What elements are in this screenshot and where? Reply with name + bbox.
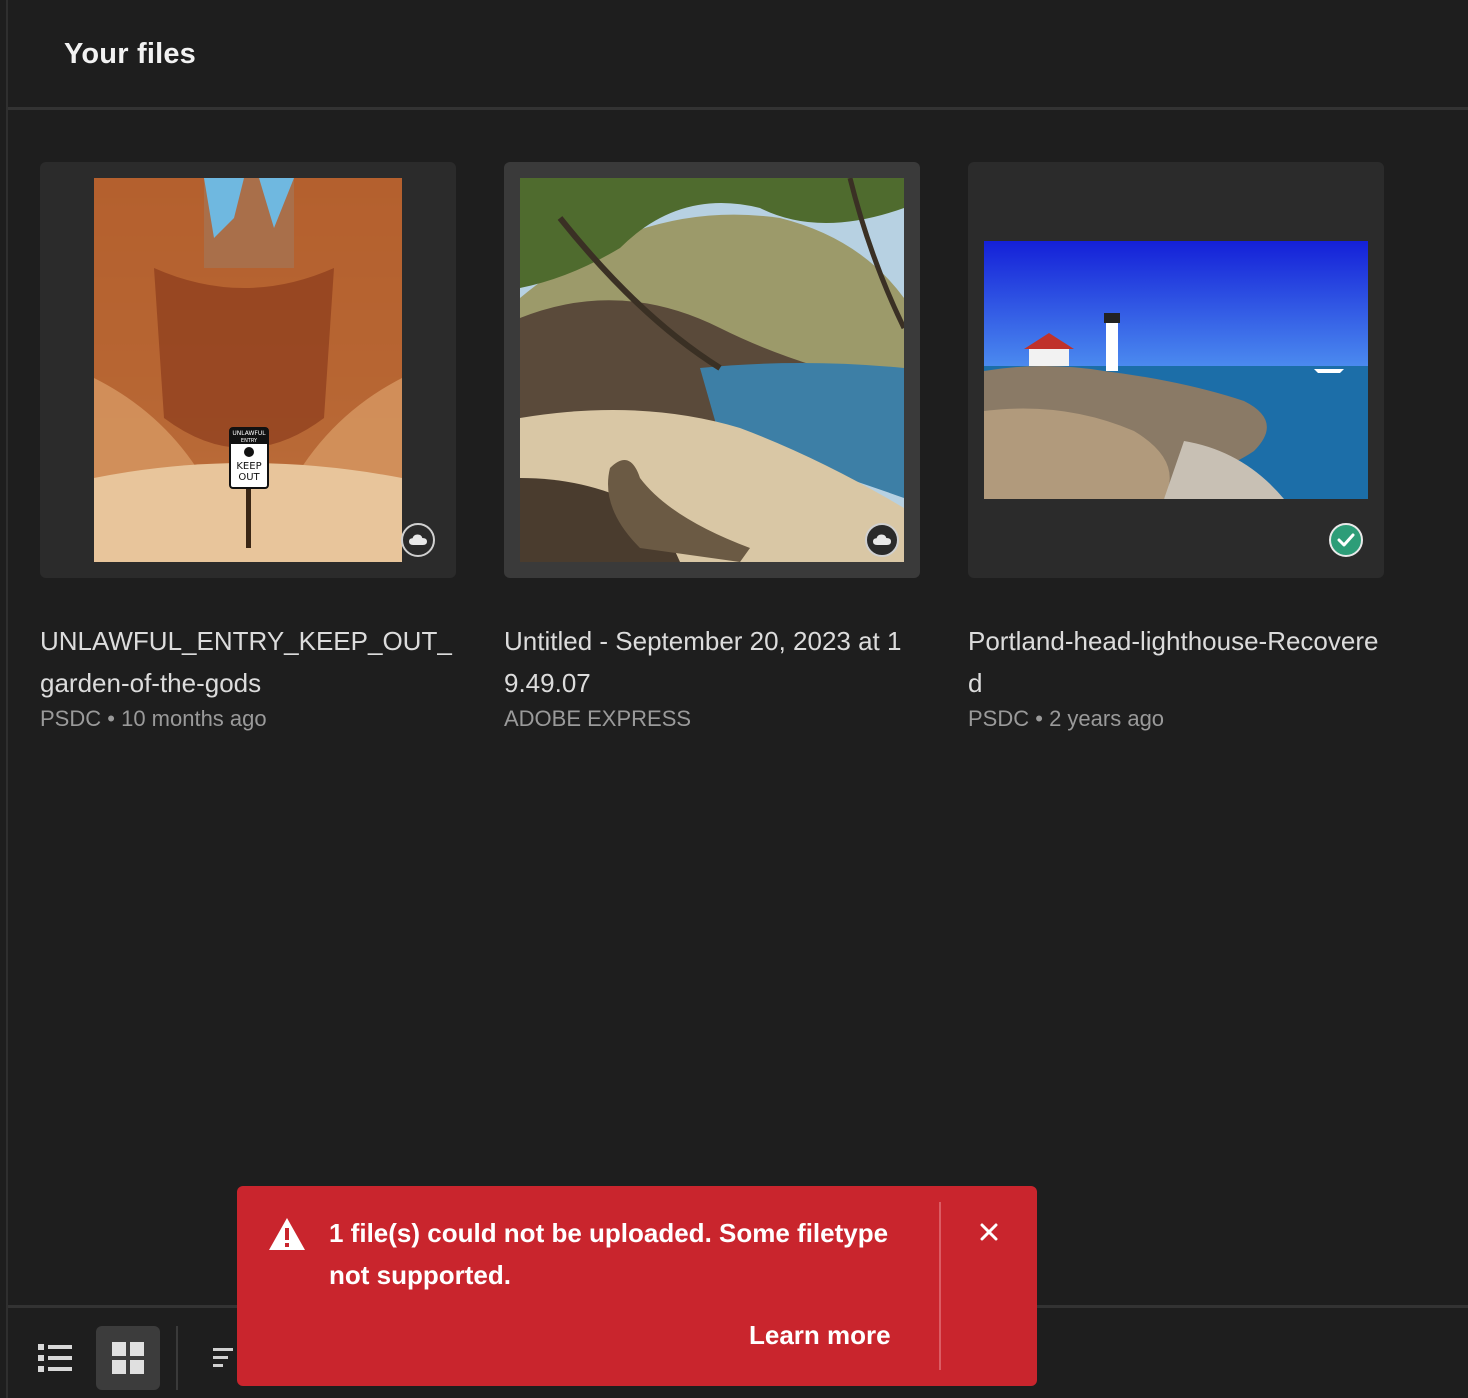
page-title: Your files [64, 38, 196, 70]
error-toast: 1 file(s) could not be uploaded. Some fi… [237, 1186, 1037, 1386]
header: Your files [8, 0, 1468, 110]
file-modified-1: 10 months ago [121, 706, 267, 731]
sign-text-3: KEEP [236, 461, 261, 472]
file-meta-1: PSDC • 10 months ago [40, 706, 267, 732]
file-modified-3: 2 years ago [1049, 706, 1165, 731]
file-source-3: PSDC [968, 706, 1030, 731]
check-icon [1329, 523, 1363, 557]
file-source-2: ADOBE EXPRESS [504, 706, 692, 731]
sign-text-4: OUT [238, 472, 260, 483]
list-view-icon [38, 1344, 72, 1372]
file-meta-3: PSDC • 2 years ago [968, 706, 1164, 732]
file-card-1[interactable]: UNLAWFUL ENTRY KEEP OUT [40, 162, 456, 578]
file-name-3[interactable]: Portland-head-lighthouse-Recovered [968, 620, 1384, 704]
alert-icon [269, 1218, 305, 1250]
cloud-icon [865, 523, 899, 557]
grid-view-button[interactable] [96, 1326, 160, 1390]
sign-text-2: ENTRY [241, 438, 258, 444]
grid-view-icon [112, 1342, 144, 1374]
meta-separator: • [1035, 706, 1043, 731]
file-source-1: PSDC [40, 706, 102, 731]
toast-divider [939, 1202, 941, 1370]
learn-more-button[interactable]: Learn more [749, 1320, 891, 1351]
close-button[interactable] [973, 1216, 1005, 1248]
toolbar-divider [176, 1326, 178, 1390]
file-name-2[interactable]: Untitled - September 20, 2023 at 19.49.0… [504, 620, 920, 704]
cloud-icon [401, 523, 435, 557]
file-thumbnail-2 [520, 178, 904, 562]
file-meta-2: ADOBE EXPRESS [504, 706, 691, 732]
list-view-button[interactable] [24, 1326, 88, 1390]
file-thumbnail-1: UNLAWFUL ENTRY KEEP OUT [94, 178, 402, 562]
file-card-2[interactable] [504, 162, 920, 578]
toast-message: 1 file(s) could not be uploaded. Some fi… [329, 1218, 889, 1290]
close-icon [980, 1223, 998, 1241]
file-thumbnail-3 [984, 241, 1368, 499]
sign-text-1: UNLAWFUL [232, 430, 266, 437]
meta-separator: • [107, 706, 115, 731]
file-card-3[interactable] [968, 162, 1384, 578]
file-name-1[interactable]: UNLAWFUL_ENTRY_KEEP_OUT_garden-of-the-go… [40, 620, 456, 704]
